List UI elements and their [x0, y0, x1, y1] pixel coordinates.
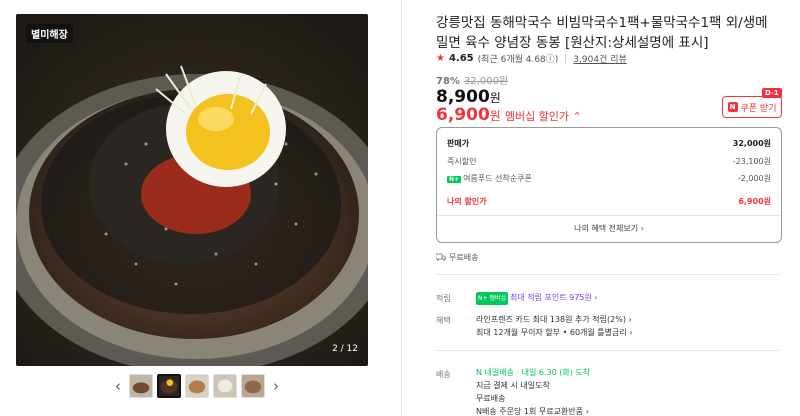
coupon-button[interactable]: N 쿠폰 받기 — [722, 96, 782, 118]
breakdown-summer-label: 여름푸드 선착순쿠폰 — [463, 174, 532, 183]
thumbnail[interactable] — [213, 374, 237, 398]
rating-row: ★ 4.65 (최근 6개월 4.68ⓘ) 3,904건 리뷰 — [436, 52, 627, 65]
sale-price-unit: 원 — [489, 91, 501, 105]
breakdown-my-label: 나의 할인가 — [447, 197, 487, 206]
breakdown-summer-value: -2,000원 — [737, 174, 771, 183]
breakdown-instant-label: 즉시할인 — [447, 157, 477, 166]
sale-price-value: 8,900 — [436, 87, 490, 107]
product-main-image[interactable]: 별미해장 2 / 12 — [16, 14, 368, 366]
delivery-free: 무료배송 — [476, 394, 506, 403]
tomorrow-delivery-badge: N 내일배송 — [476, 368, 514, 377]
thumbnail[interactable] — [185, 374, 209, 398]
original-price: 32,000원 — [463, 76, 509, 87]
divider — [436, 350, 782, 351]
accumulate-value[interactable]: N+ 멤버십 최대 적립 포인트 975원 › — [476, 291, 598, 305]
star-icon: ★ — [436, 53, 445, 64]
coupon-label: 쿠폰 받기 — [740, 103, 777, 114]
free-shipping-label: 무료배송 — [449, 253, 479, 262]
delivery-label: 배송 — [436, 370, 451, 379]
rating-detail[interactable]: (최근 6개월 4.68ⓘ) — [478, 52, 559, 65]
truck-icon — [435, 253, 446, 263]
coupon-icon: N — [727, 102, 738, 112]
benefit-label: 혜택 — [436, 316, 451, 325]
member-price-label[interactable]: 멤버십 할인가 ⌃ — [505, 110, 582, 123]
divider — [565, 54, 567, 63]
naver-membership-badge: N+ 멤버십 — [476, 292, 508, 305]
member-price-value: 6,900 — [436, 105, 490, 125]
thumbnail[interactable] — [241, 374, 265, 398]
delivery-return-link[interactable]: N배송 주문당 1회 무료교환반품 › — [476, 405, 590, 416]
thumbnail-active[interactable] — [157, 374, 181, 398]
breakdown-my-row: 나의 할인가 6,900원 — [447, 196, 771, 207]
product-info-panel: 강릉맛집 동해막국수 비빔막국수1팩+물막국수1팩 외/생메밀면 육수 양념장 … — [435, 0, 786, 416]
breakdown-sale-row: 판매가 32,000원 — [447, 138, 771, 149]
divider — [436, 274, 782, 275]
naver-plus-icon: N+ — [447, 176, 462, 183]
delivery-date: · 내일 6.30 (화) 도착 — [516, 368, 591, 377]
breakdown-instant-row: 즉시할인 -23,100원 — [447, 156, 771, 167]
delivery-note: 지금 결제 시 내일도착 — [476, 381, 550, 390]
thumbnail[interactable] — [129, 374, 153, 398]
delivery-values: N 내일배송 · 내일 6.30 (화) 도착 지금 결제 시 내일도착 무료배… — [476, 366, 590, 416]
member-price: 6,900원 멤버십 할인가 ⌃ — [436, 105, 582, 125]
sale-price: 8,900원 — [436, 87, 501, 107]
rating-score: 4.65 — [448, 53, 474, 64]
breakdown-sale-value: 32,000원 — [732, 139, 771, 148]
benefit-card-link[interactable]: 라인프렌즈 카드 최대 138원 추가 적립(2%) › — [476, 313, 632, 326]
image-counter: 2 / 12 — [332, 344, 358, 354]
noodle-photo-illustration — [16, 14, 368, 366]
divider — [437, 215, 781, 216]
dday-badge: D-1 — [762, 88, 782, 98]
gallery-panel: 별미해장 2 / 12 ‹ › — [0, 0, 402, 416]
brand-badge: 별미해장 — [26, 24, 73, 43]
product-title: 강릉맛집 동해막국수 비빔막국수1팩+물막국수1팩 외/생메밀면 육수 양념장 … — [436, 15, 768, 51]
discount-row: 78% 32,000원 — [436, 72, 508, 87]
member-price-unit: 원 — [489, 109, 501, 123]
benefit-values: 라인프렌즈 카드 최대 138원 추가 적립(2%) › 최대 12개월 무이자… — [476, 313, 632, 339]
free-shipping-row: 무료배송 — [435, 252, 479, 263]
chevron-left-icon[interactable]: ‹ — [111, 374, 125, 398]
discount-percent: 78% — [436, 76, 460, 87]
price-breakdown-box: 판매가 32,000원 즉시할인 -23,100원 N+ 여름푸드 선착순쿠폰 -… — [436, 127, 782, 243]
thumbnail-strip: ‹ › — [111, 374, 283, 398]
chevron-right-icon[interactable]: › — [269, 374, 283, 398]
accumulate-label: 적립 — [436, 294, 451, 303]
benefit-installment-link[interactable]: 최대 12개월 무이자 할부 • 60개월 틀별금리 › — [476, 326, 632, 339]
review-link[interactable]: 3,904건 리뷰 — [573, 52, 626, 65]
accumulate-text: 최대 적립 포인트 975원 › — [509, 293, 598, 302]
breakdown-instant-value: -23,100원 — [732, 157, 771, 166]
breakdown-sale-label: 판매가 — [447, 139, 470, 148]
breakdown-summer-row: N+ 여름푸드 선착순쿠폰 -2,000원 — [447, 173, 771, 184]
all-benefits-link[interactable]: 나의 혜택 전체보기 › — [437, 223, 781, 234]
breakdown-my-value: 6,900원 — [738, 197, 771, 206]
